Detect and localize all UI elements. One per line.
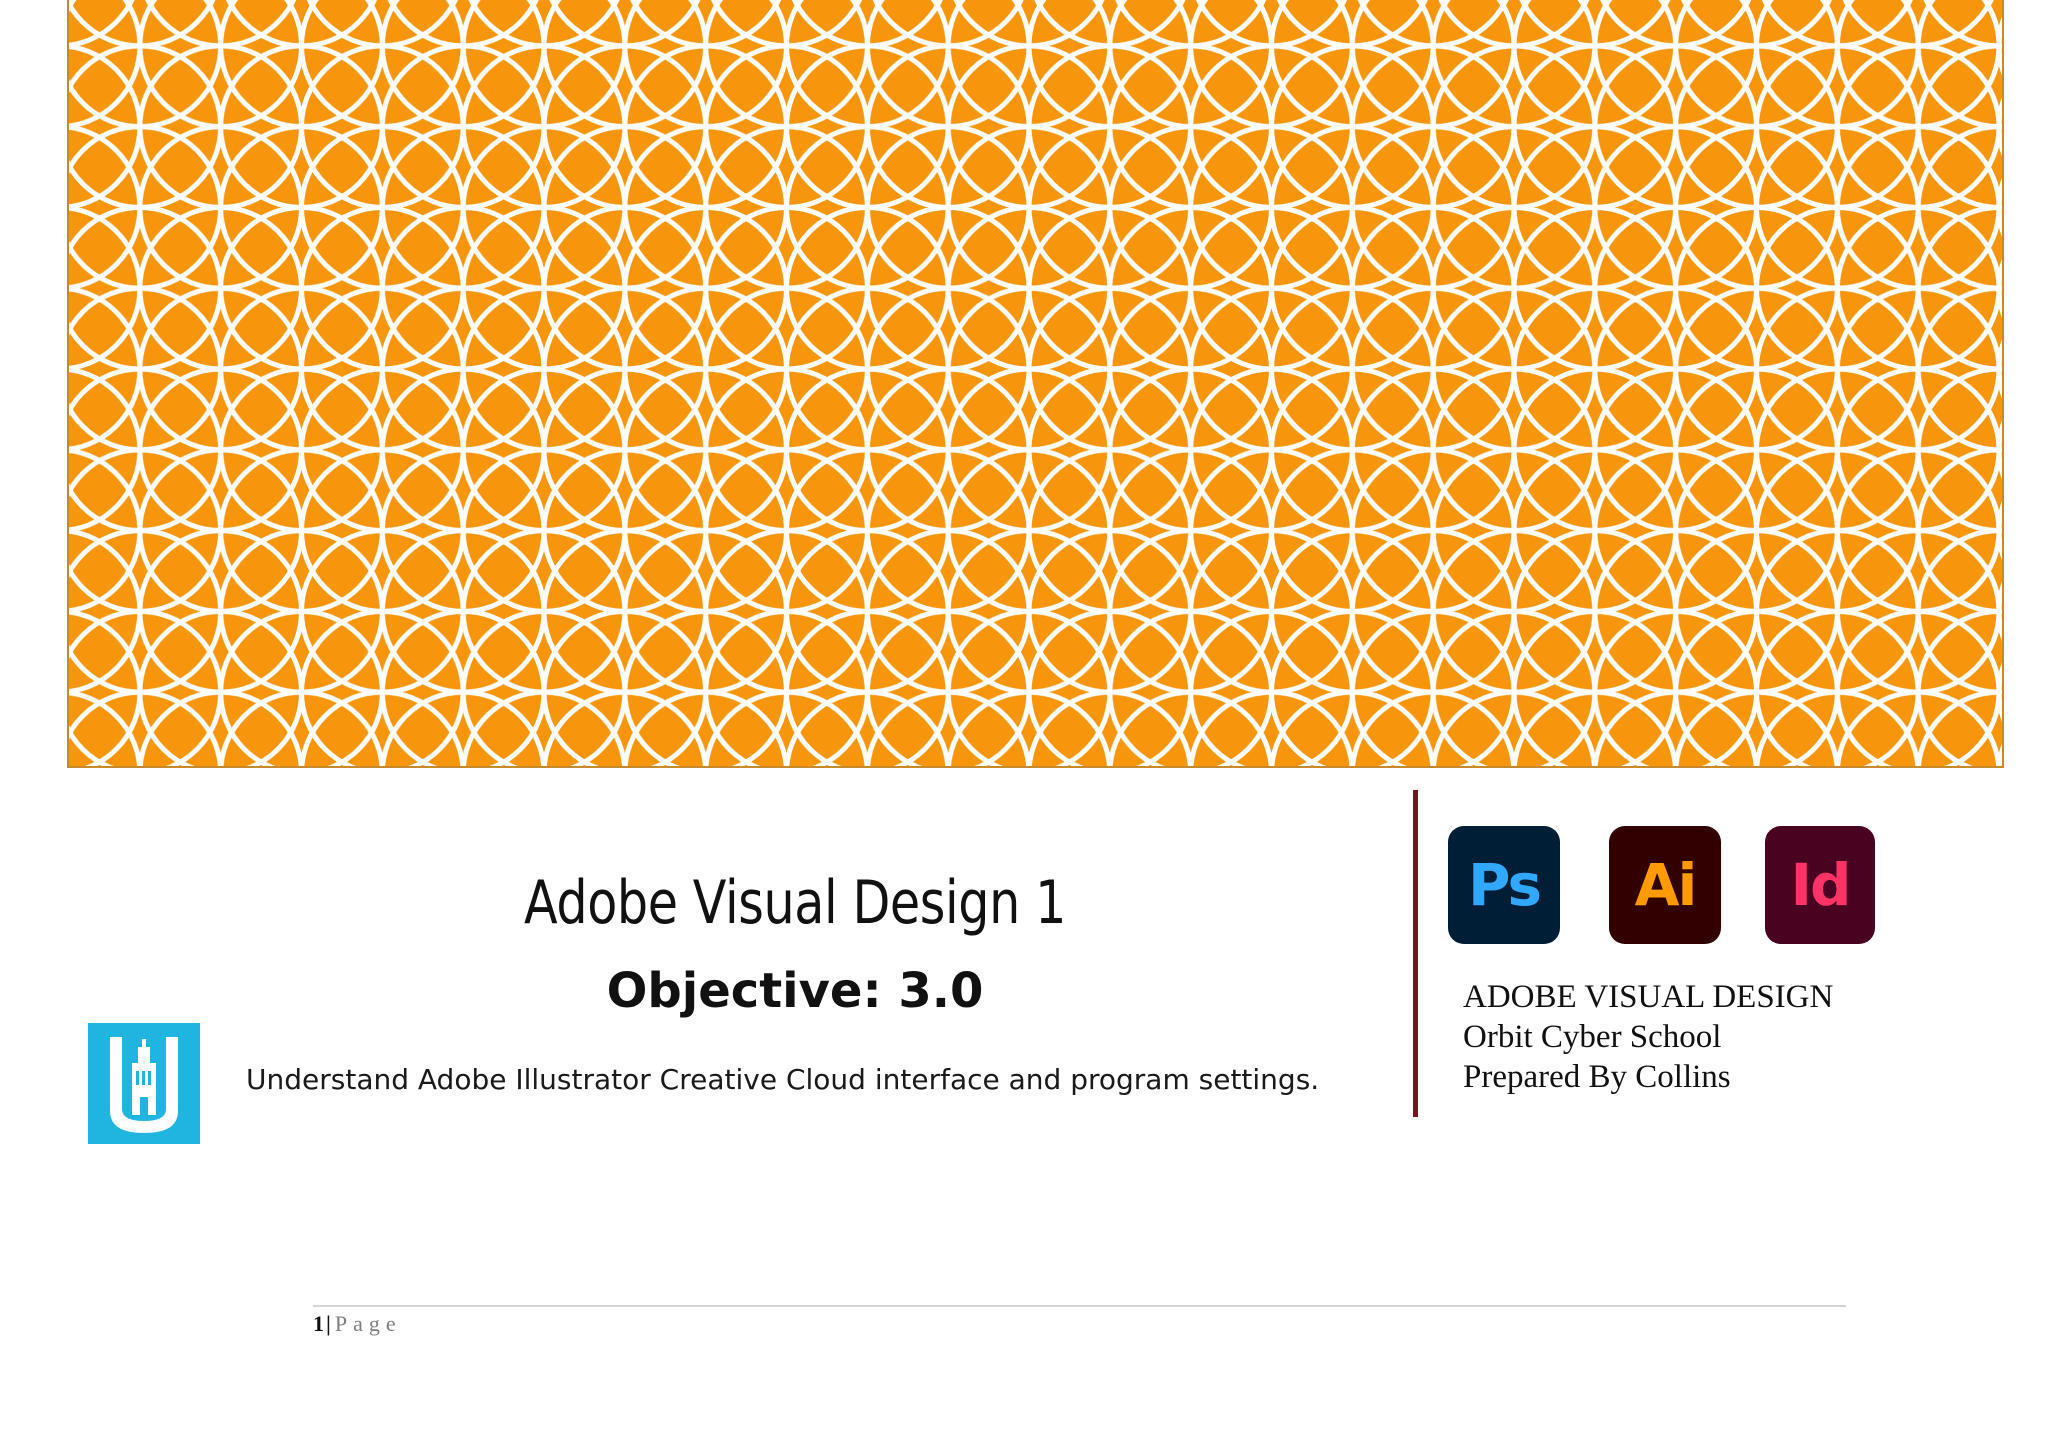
illustrator-icon: Ai xyxy=(1609,826,1721,944)
page-number: 1 xyxy=(313,1311,324,1336)
footer-separator: | xyxy=(326,1311,331,1336)
objective-heading: Objective: 3.0 xyxy=(606,963,984,1019)
banner-pattern xyxy=(67,0,2004,768)
school-name: Orbit Cyber School xyxy=(1463,1019,1722,1055)
document-title: Adobe Visual Design 1 xyxy=(524,868,1066,938)
footer-rule xyxy=(313,1305,1846,1307)
photoshop-icon: Ps xyxy=(1448,826,1560,944)
page-label: Page xyxy=(334,1311,402,1336)
objective-description: Understand Adobe Illustrator Creative Cl… xyxy=(246,1063,1320,1096)
course-name: ADOBE VISUAL DESIGN xyxy=(1463,979,1834,1015)
indesign-icon: Id xyxy=(1765,826,1875,944)
page-footer: 1| Page xyxy=(313,1311,402,1337)
author-credit: Prepared By Collins xyxy=(1463,1059,1731,1095)
school-building-logo-icon xyxy=(88,1023,200,1144)
overlapping-circles-pattern xyxy=(69,0,2002,766)
course-info: ADOBE VISUAL DESIGN Orbit Cyber School P… xyxy=(1463,977,1833,1097)
vertical-divider xyxy=(1413,790,1418,1117)
